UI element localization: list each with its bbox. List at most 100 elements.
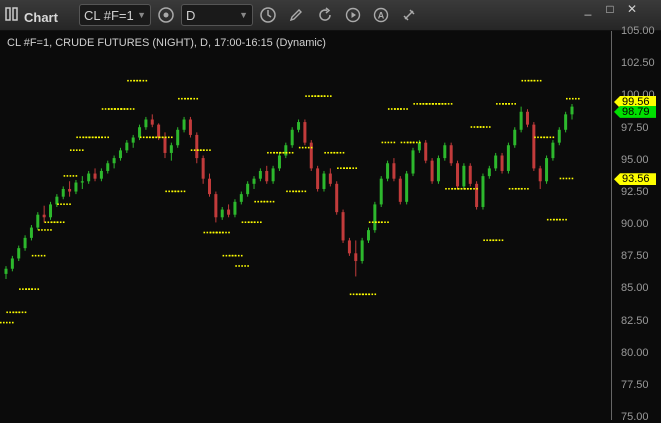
candle-body <box>316 168 320 189</box>
symbol-value: CL #F=1 <box>84 7 134 23</box>
candle-body <box>506 145 510 171</box>
candle <box>112 155 116 169</box>
level-marker <box>292 190 307 193</box>
alert-icon[interactable]: A <box>370 4 392 26</box>
candle-body <box>309 142 313 169</box>
candle-body <box>354 253 358 262</box>
price-axis-label: 90.00 <box>621 218 649 230</box>
candle-body <box>538 168 542 182</box>
candle <box>150 114 154 128</box>
candle-body <box>214 194 218 218</box>
candle-body <box>220 209 224 218</box>
candle <box>246 181 250 197</box>
candle <box>74 179 78 195</box>
candle-body <box>379 178 383 205</box>
level-marker <box>133 79 148 82</box>
candle <box>341 209 345 244</box>
candle <box>265 165 269 184</box>
candle-body <box>106 163 110 171</box>
candle-body <box>271 168 275 182</box>
candle <box>163 132 167 159</box>
candle <box>49 201 53 220</box>
candle-body <box>557 129 561 143</box>
candle-body <box>297 122 301 130</box>
clock-icon[interactable] <box>257 4 279 26</box>
chevron-down-icon: ▼ <box>137 10 146 20</box>
restore-button[interactable]: □ <box>602 2 618 16</box>
candle <box>144 116 148 130</box>
candle-body <box>195 134 199 159</box>
candle-body <box>125 142 129 151</box>
level-marker <box>228 254 243 257</box>
candle <box>17 245 21 262</box>
candle <box>538 165 542 189</box>
level-marker <box>381 141 396 144</box>
pencil-icon[interactable] <box>285 4 307 26</box>
level-marker <box>57 203 71 206</box>
candle <box>392 158 396 182</box>
price-axis[interactable]: 105.00 102.50 100.00 97.50 95.00 92.50 90.00 87… <box>611 25 661 423</box>
candle <box>500 152 504 174</box>
candle <box>297 119 301 133</box>
candle-body <box>201 158 205 179</box>
candle <box>436 155 440 184</box>
candle <box>519 106 523 133</box>
symbol-combo[interactable]: CL #F=1 ▼ <box>79 4 151 26</box>
candle-body <box>49 204 53 218</box>
level-marker <box>489 239 504 242</box>
candle-body <box>277 155 281 169</box>
price-axis-label: 77.50 <box>621 378 649 391</box>
candle-body <box>68 188 72 192</box>
window-title: Chart <box>24 9 58 25</box>
candle-body <box>208 178 212 195</box>
interval-combo[interactable]: D ▼ <box>181 4 253 26</box>
candle <box>373 201 377 233</box>
candle-body <box>99 170 103 179</box>
candle-body <box>335 183 339 213</box>
panels-icon[interactable] <box>155 4 177 26</box>
price-axis-label: 97.50 <box>621 121 649 134</box>
candle-body <box>157 124 161 138</box>
candle <box>564 111 568 133</box>
candle-body <box>246 183 250 195</box>
candle-body <box>29 227 33 238</box>
candle-body <box>475 183 479 207</box>
candle <box>309 140 313 171</box>
candle <box>303 119 307 146</box>
minimize-button[interactable]: _ <box>580 2 596 16</box>
link-icon[interactable] <box>398 4 420 26</box>
play-icon[interactable] <box>342 4 364 26</box>
candle <box>42 205 46 223</box>
candle <box>290 127 294 148</box>
candle-body <box>443 145 447 159</box>
candle-body <box>570 106 574 115</box>
refresh-icon[interactable] <box>314 4 336 26</box>
level-marker <box>515 187 529 190</box>
candle-body <box>290 129 294 146</box>
candle <box>462 163 466 189</box>
candle <box>271 165 275 184</box>
price-chart[interactable] <box>0 31 611 420</box>
candle <box>475 181 479 210</box>
close-button[interactable]: ✕ <box>624 2 640 16</box>
candle <box>335 181 339 215</box>
candle <box>481 173 485 210</box>
candle <box>214 191 218 223</box>
candle <box>354 240 358 277</box>
candle <box>233 199 237 218</box>
candle <box>545 155 549 184</box>
candle-body <box>303 122 307 143</box>
candle <box>176 127 180 148</box>
candle <box>411 147 415 177</box>
candle <box>131 134 135 148</box>
candle-body <box>23 237 27 249</box>
price-axis-label: 95.00 <box>621 153 649 166</box>
level-marker <box>171 190 186 193</box>
chart-header: CL #F=1, CRUDE FUTURES (NIGHT), D, 17:00… <box>7 37 326 49</box>
candle-body <box>436 158 440 182</box>
chart-toolbar: Chart CL #F=1 ▼ D ▼ A _ □ ✕ <box>0 0 661 31</box>
chevron-down-icon: ▼ <box>239 10 248 20</box>
price-axis-label: 75.00 <box>621 411 649 423</box>
level-marker <box>343 167 358 169</box>
price-tag: 98.79 <box>614 105 656 118</box>
